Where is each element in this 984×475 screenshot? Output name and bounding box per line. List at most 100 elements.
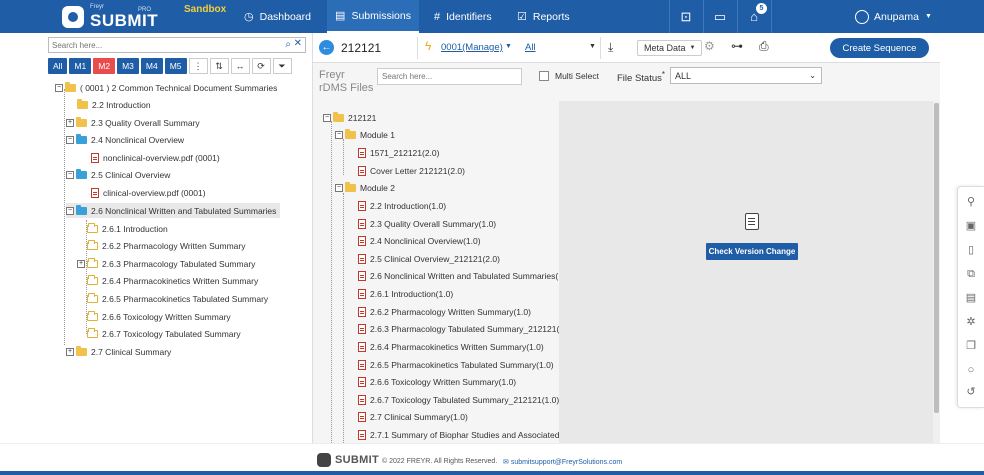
tree-node[interactable]: 2.6.6 Toxicology Written Summary	[87, 309, 231, 324]
support-email-link[interactable]: ✉ submitsupport@FreyrSolutions.com	[503, 458, 622, 466]
tree-node[interactable]: − 2.4 Nonclinical Overview	[66, 132, 184, 147]
file-tree-file[interactable]: 2.7.1 Summary of Biophar Studies and Ass…	[358, 427, 559, 442]
close-icon[interactable]: ✕	[294, 38, 302, 49]
print-icon[interactable]: ⎙	[759, 39, 769, 54]
presentation-icon[interactable]: ⊡	[669, 0, 703, 33]
collapse-icon[interactable]: −	[55, 83, 63, 92]
collapse-icon[interactable]: −	[335, 130, 343, 139]
file-tree-node[interactable]: − Module 2	[335, 180, 395, 195]
file-tree-file[interactable]: 2.6.2 Pharmacology Written Summary(1.0)	[358, 304, 531, 319]
file-tree-file[interactable]: 1571_212121(2.0)	[358, 145, 439, 160]
file-tree-file[interactable]: 2.7 Clinical Summary(1.0)	[358, 409, 468, 424]
module-button-m2[interactable]: M2	[93, 58, 116, 74]
document-search-icon[interactable]: ▯	[964, 243, 978, 257]
file-tree-file[interactable]: Cover Letter 212121(2.0)	[358, 163, 465, 178]
collapse-icon[interactable]: −	[335, 183, 343, 192]
chat-icon[interactable]: ○	[964, 363, 978, 377]
chevron-down-icon[interactable]: ▼	[505, 43, 512, 50]
history-icon[interactable]: ↺	[964, 385, 978, 399]
collapse-icon[interactable]: −	[66, 206, 74, 215]
tree-node-selected[interactable]: − 2.6 Nonclinical Written and Tabulated …	[66, 203, 281, 218]
collapse-icon[interactable]: −	[323, 113, 331, 122]
file-tree-file[interactable]: 2.6.4 Pharmacokinetics Written Summary(1…	[358, 339, 544, 354]
scrollbar-thumb[interactable]	[934, 103, 939, 413]
gear-icon[interactable]: ⚙	[704, 39, 715, 53]
user-settings-icon[interactable]: ⚲	[964, 195, 978, 209]
file-tree-file[interactable]: 2.6.3 Pharmacology Tabulated Summary_212…	[358, 321, 559, 336]
tree-node[interactable]: 2.6.7 Toxicology Tabulated Summary	[87, 326, 241, 341]
file-tree-node[interactable]: − 212121	[323, 110, 376, 125]
module-button-m4[interactable]: M4	[140, 58, 163, 74]
collapse-icon[interactable]: −	[66, 135, 74, 144]
file-tree-file[interactable]: 2.6.5 Pharmacokinetics Tabulated Summary…	[358, 357, 554, 372]
expand-icon[interactable]: +	[66, 118, 74, 127]
freyr-submit-logo[interactable]: Freyr SUBMIT PRO	[60, 4, 158, 30]
tree-node[interactable]: + 2.3 Quality Overall Summary	[66, 115, 200, 130]
file-tree-file[interactable]: 2.2 Introduction(1.0)	[358, 198, 446, 213]
file-tree-file[interactable]: 2.4 Nonclinical Overview(1.0)	[358, 233, 481, 248]
tree-node[interactable]: − 2.5 Clinical Overview	[66, 167, 170, 182]
pdf-icon[interactable]: ▤	[964, 291, 978, 305]
sort-icon[interactable]: ⇅	[209, 58, 229, 74]
check-version-change-button[interactable]: Check Version Change	[706, 243, 798, 260]
tree-file[interactable]: nonclinical-overview.pdf (0001)	[91, 150, 220, 165]
download-icon[interactable]: ⤓	[608, 40, 613, 55]
rdms-search-input[interactable]	[377, 68, 522, 85]
monitor-icon[interactable]: ▭	[703, 0, 737, 33]
vertical-scrollbar[interactable]	[933, 101, 940, 443]
hierarchy-icon[interactable]: ⊶	[731, 39, 743, 53]
file-status-select[interactable]: ALL ⌄	[670, 67, 822, 84]
tree-node[interactable]: 2.6.5 Pharmacokinetics Tabulated Summary	[87, 291, 268, 306]
nav-dashboard[interactable]: ◷ Dashboard	[244, 0, 311, 33]
folder-icon	[65, 81, 76, 92]
nav-identifiers[interactable]: # Identifiers	[434, 0, 492, 33]
tree-node[interactable]: 2.6.2 Pharmacology Written Summary	[87, 238, 245, 253]
tree-node[interactable]: + 2.6.3 Pharmacology Tabulated Summary	[77, 256, 255, 271]
module-button-m3[interactable]: M3	[117, 58, 139, 74]
file-tree-file[interactable]: 2.3 Quality Overall Summary(1.0)	[358, 216, 496, 231]
expand-icon[interactable]: +	[66, 347, 74, 356]
filter-icon[interactable]: ⏷	[272, 58, 292, 74]
module-button-all[interactable]: All	[48, 58, 68, 74]
more-vertical-icon[interactable]: ⋮	[188, 58, 208, 74]
expand-icon[interactable]: +	[77, 259, 85, 268]
file-tree-file[interactable]: 2.6 Nonclinical Written and Tabulated Su…	[358, 268, 558, 283]
back-arrow-icon[interactable]: ←	[319, 40, 334, 55]
meta-data-button[interactable]: Meta Data ▼	[637, 40, 703, 56]
tree-file[interactable]: clinical-overview.pdf (0001)	[91, 185, 206, 200]
collapse-icon[interactable]: −	[66, 170, 74, 179]
tree-node[interactable]: 2.2 Introduction	[77, 97, 151, 112]
tree-node[interactable]: + 2.7 Clinical Summary	[66, 344, 171, 359]
file-tree-file[interactable]: 2.6.7 Toxicology Tabulated Summary_21212…	[358, 392, 559, 407]
tree-node[interactable]: − ( 0001 ) 2 Common Technical Document S…	[55, 80, 277, 95]
file-tree-file[interactable]: 2.6.6 Toxicology Written Summary(1.0)	[358, 374, 516, 389]
multi-select-toggle[interactable]: Multi Select	[539, 71, 599, 81]
tree-guide-line	[331, 121, 332, 443]
monitor-user-icon[interactable]: ▣	[964, 219, 978, 233]
document-list-icon[interactable]: ❐	[964, 339, 978, 353]
expand-horizontal-icon[interactable]: ↔	[230, 58, 250, 74]
gear-search-icon[interactable]: ✲	[964, 315, 978, 329]
manage-link[interactable]: 0001(Manage)	[441, 42, 503, 53]
user-menu[interactable]: Anupama ▼	[855, 0, 932, 33]
bank-icon[interactable]: ⌂ 5	[737, 0, 771, 33]
module-button-m5[interactable]: M5	[164, 58, 187, 74]
file-tree-file[interactable]: 2.6.1 Introduction(1.0)	[358, 286, 453, 301]
nav-submissions[interactable]: ▤ Submissions	[327, 0, 419, 33]
file-tree-label: 2.7 Clinical Summary(1.0)	[370, 411, 468, 422]
compare-icon[interactable]: ⧉	[964, 267, 978, 281]
tree-node[interactable]: 2.6.4 Pharmacokinetics Written Summary	[87, 273, 258, 288]
all-filter-link[interactable]: All	[525, 42, 536, 53]
refresh-icon[interactable]: ⟳	[251, 58, 271, 74]
tree-node[interactable]: 2.6.1 Introduction	[87, 221, 168, 236]
right-tool-sidebar: ⚲ ▣ ▯ ⧉ ▤ ✲ ❐ ○ ↺	[957, 186, 984, 408]
module-button-m1[interactable]: M1	[69, 58, 92, 74]
chevron-down-icon[interactable]: ▼	[589, 43, 596, 50]
nav-reports[interactable]: ☑ Reports	[517, 0, 570, 33]
tree-search-input[interactable]	[49, 38, 269, 52]
multi-select-checkbox[interactable]	[539, 71, 549, 81]
file-tree-file[interactable]: 2.5 Clinical Overview_212121(2.0)	[358, 251, 500, 266]
create-sequence-button[interactable]: Create Sequence	[830, 38, 929, 58]
search-icon[interactable]: ⌕	[285, 39, 291, 50]
file-tree-node[interactable]: − Module 1	[335, 127, 395, 142]
